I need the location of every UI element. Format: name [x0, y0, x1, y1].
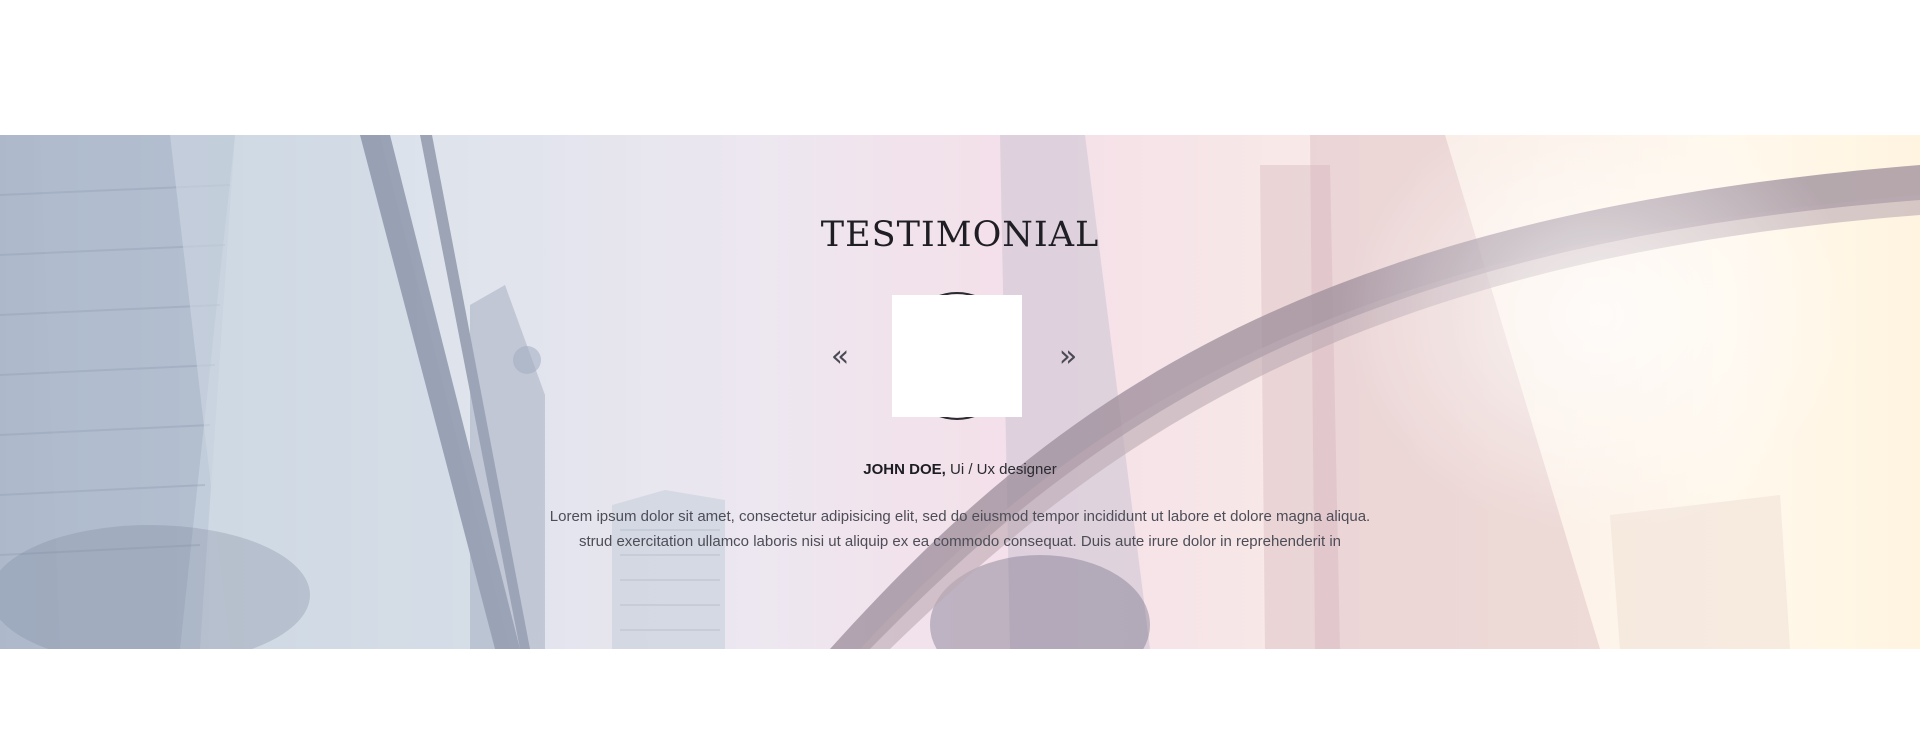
- avatar: [892, 295, 1022, 417]
- page: TESTIMONIAL « » JOHN DOE, Ui / Ux design…: [0, 0, 1920, 730]
- quote-line-1: Lorem ipsum dolor sit amet, consectetur …: [549, 508, 1371, 525]
- testimonial-content: TESTIMONIAL « » JOHN DOE, Ui / Ux design…: [0, 135, 1920, 649]
- previous-arrow-icon[interactable]: «: [825, 337, 855, 377]
- next-arrow-icon[interactable]: »: [1053, 337, 1083, 377]
- testimonial-author: JOHN DOE, Ui / Ux designer: [0, 461, 1920, 478]
- testimonial-section: TESTIMONIAL « » JOHN DOE, Ui / Ux design…: [0, 135, 1920, 649]
- quote-line-2: strud exercitation ullamco laboris nisi …: [578, 533, 1342, 550]
- section-title: TESTIMONIAL: [820, 215, 1100, 255]
- avatar-frame: [892, 292, 1022, 420]
- author-name: JOHN DOE,: [863, 461, 946, 478]
- testimonial-quote: Lorem ipsum dolor sit amet, consectetur …: [520, 504, 1400, 554]
- author-role: Ui / Ux designer: [949, 461, 1057, 478]
